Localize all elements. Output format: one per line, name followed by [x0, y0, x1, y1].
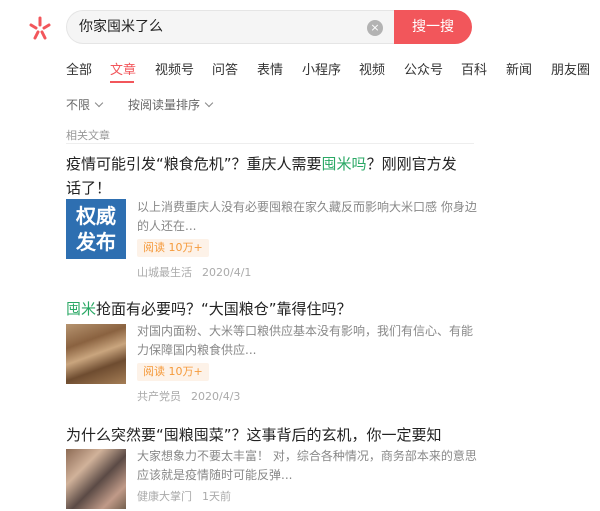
- sort-filter-label: 按阅读量排序: [128, 98, 201, 112]
- article-source: 共产党员: [137, 390, 181, 403]
- article-date: 2020/4/1: [202, 266, 252, 279]
- article-title-2[interactable]: 囤米抢面有必要吗？“大国粮仓”靠得住吗？: [66, 297, 466, 321]
- time-filter-dropdown[interactable]: 不限: [66, 96, 104, 113]
- read-count-badge: 阅读 10万+: [137, 363, 209, 381]
- article-date: 2020/4/3: [191, 390, 241, 403]
- read-count-badge: 阅读 10万+: [137, 239, 209, 257]
- active-tab-indicator: [110, 81, 134, 83]
- article-snippet-1: 以上消费重庆人没有必要囤粮在家久藏反而影响大米口感 你身边的人还在...: [137, 200, 477, 233]
- chevron-down-icon: [94, 98, 104, 108]
- tab-news[interactable]: 新闻: [506, 59, 532, 78]
- title-text: 疫情可能引发“粮食危机”？重庆人需要: [66, 155, 322, 173]
- thumbnail-text: 发布: [76, 230, 116, 254]
- search-input[interactable]: [79, 18, 359, 34]
- search-box[interactable]: ×: [66, 10, 394, 44]
- article-snippet-2: 对国内面粉、大米等口粮供应基本没有影响，我们有信心、有能力保障国内粮食供应...: [137, 324, 474, 357]
- article-meta-3: 健康大掌门 1天前: [137, 488, 241, 504]
- search-button[interactable]: 搜一搜: [394, 10, 472, 44]
- tab-all[interactable]: 全部: [66, 59, 92, 78]
- article-source: 健康大掌门: [137, 490, 192, 503]
- section-label: 相关文章: [66, 129, 110, 142]
- tab-official-accounts[interactable]: 公众号: [404, 59, 443, 78]
- clear-icon[interactable]: ×: [367, 20, 383, 36]
- thumbnail-text: 权威: [76, 204, 116, 228]
- title-highlight: 囤米吗: [321, 155, 367, 173]
- article-thumbnail-2[interactable]: [66, 324, 126, 384]
- chevron-down-icon: [204, 98, 214, 108]
- time-filter-label: 不限: [66, 98, 91, 112]
- title-highlight: 囤米: [66, 300, 97, 318]
- tab-moments[interactable]: 朋友圈: [551, 59, 590, 78]
- title-text: 抢面有必要吗？“大国粮仓”靠得住吗？: [96, 300, 352, 318]
- sort-filter-dropdown[interactable]: 按阅读量排序: [128, 96, 214, 113]
- tab-qa[interactable]: 问答: [212, 59, 238, 78]
- article-title-1[interactable]: 疫情可能引发“粮食危机”？重庆人需要囤米吗？刚刚官方发话了！: [66, 152, 466, 200]
- category-tabs: 全部 文章 视频号 问答 表情 小程序 视频 公众号 百科 新闻 朋友圈: [66, 59, 596, 79]
- article-thumbnail-1[interactable]: 权威 发布: [66, 199, 126, 259]
- tab-mini-programs[interactable]: 小程序: [302, 59, 341, 78]
- wechat-search-logo-icon: [29, 16, 51, 40]
- article-meta-1: 山城最生活 2020/4/1: [137, 264, 261, 280]
- article-snippet-3: 大家想象力不要太丰富！ 对，综合各种情况，商务部本来的意思应该就是疫情随时可能反…: [137, 449, 477, 482]
- article-meta-2: 共产党员 2020/4/3: [137, 388, 250, 404]
- tab-stickers[interactable]: 表情: [257, 59, 283, 78]
- tab-videos[interactable]: 视频: [359, 59, 385, 78]
- article-date: 1天前: [202, 490, 231, 503]
- tab-channels[interactable]: 视频号: [155, 59, 194, 78]
- tab-articles[interactable]: 文章: [110, 59, 136, 78]
- article-thumbnail-3[interactable]: [66, 449, 126, 509]
- tab-encyclopedia[interactable]: 百科: [461, 59, 487, 78]
- divider: [66, 143, 474, 144]
- article-source: 山城最生活: [137, 266, 192, 279]
